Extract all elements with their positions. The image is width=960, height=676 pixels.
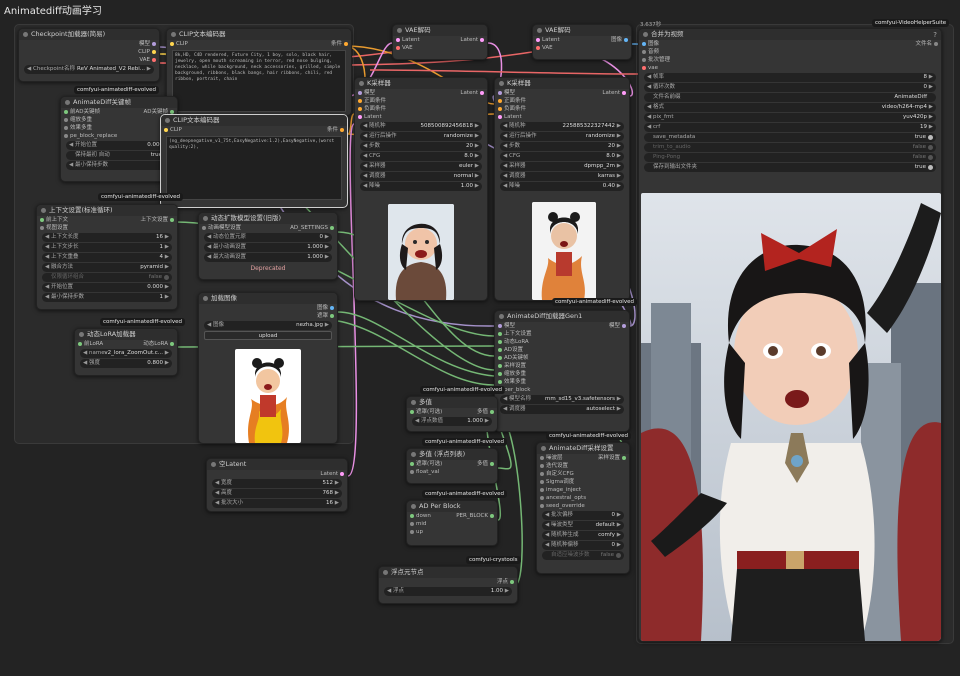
context-stride[interactable]: ◀ 上下文步长 1 ▶ [42, 243, 172, 252]
fuse-method[interactable]: ◀ 融合方法 pyramid ▶ [42, 263, 172, 272]
negative-prompt-textarea[interactable]: (ng_deepnegative_v1_75t,EasyNegative:1.2… [166, 136, 342, 200]
vae-decode-node-2[interactable]: VAE解码 Latent 图像 VAE [532, 24, 632, 60]
input-clip: CLIP [176, 41, 188, 47]
guarantee-toggle[interactable]: 保持最初 自动 true [66, 151, 172, 160]
node-title[interactable]: AnimateDiff采样设置 [537, 443, 629, 454]
load-image-node[interactable]: 加载图像 图像 遮罩 ◀ 图像 nezha.jpg ▶ upload [198, 292, 338, 444]
video-combine-node[interactable]: 合并为视频 ? 图像 文件名 音频 批次管理 vae ◀ 帧率 8 ▶ ◀ 循环次数 0 ▶ … [638, 28, 942, 642]
multival-node[interactable]: 多值 遮罩(可选) 多值 ◀ 浮点数值 1.000 ▶ [406, 396, 498, 432]
ksampler2-preview-image [532, 202, 596, 300]
closed-loop-toggle[interactable]: 仅限循环组合 false [42, 273, 172, 282]
upload-button[interactable]: upload [204, 331, 332, 340]
start-percent-widget[interactable]: ◀开始位置0.000▶ [66, 141, 172, 150]
node-title[interactable]: 多值 (浮点列表) [407, 449, 497, 460]
badge-ade2: comfyui-animatediff-evolved [98, 193, 183, 201]
prompt-textarea[interactable]: 8k,HD, C4D rendered, Future City, 1 boy,… [172, 50, 346, 112]
node-title[interactable]: CLIP文本编码器 [167, 29, 351, 40]
checkpoint-select[interactable]: ◀ Checkpoint名称 ReV Animated_V2 Rebi... ▶ [24, 65, 154, 74]
sample-settings-node[interactable]: AnimateDiff采样设置 噪波层 采样设置 迭代设置 自定义CFG Sigm… [536, 442, 630, 574]
node-title[interactable]: 动态LoRA加载器 [75, 329, 177, 340]
workflow-title: Animatediff动画学习 [4, 6, 102, 17]
animatediff-loader-gen1-node[interactable]: AnimateDiff加载器Gen1 模型 模型 上下文设置 动态LoRA AD设… [494, 310, 630, 432]
node-title[interactable]: 合并为视频 [639, 29, 941, 40]
badge-ade8: comfyui-animatediff-evolved [546, 432, 631, 440]
guarantee-steps[interactable]: ◀ 最小保持步数 1 ▶ [42, 293, 172, 302]
node-title[interactable]: 多值 [407, 397, 497, 408]
motion-model-select[interactable]: ◀ 模型名称 mm_sd15_v3.safetensors ▶ [500, 395, 624, 404]
context-options-node[interactable]: 上下文设置(标准循环) 前上下文 上下文设置 视图设置 ◀ 上下文长度 16 ▶ ◀ 上下… [36, 204, 178, 310]
output-video-preview [641, 193, 941, 641]
checkpoint-loader-node[interactable]: Checkpoint加载器(简易) 模型 CLIP VAE ◀ Checkpoin… [18, 28, 160, 82]
node-title[interactable]: AnimateDiff关键帧 [61, 97, 177, 108]
badge-ade4: comfyui-animatediff-evolved [552, 298, 637, 306]
clip-socket[interactable] [152, 50, 156, 54]
vae-socket[interactable] [152, 58, 156, 62]
badge-crystools: comfyui-crystools [466, 556, 521, 564]
min-steps-widget[interactable]: ◀最小保持步数1▶ [66, 161, 172, 170]
vae-decode-node-1[interactable]: VAE解码 Latent Latent VAE [392, 24, 488, 60]
output-model: 模型 [138, 41, 150, 47]
badge-ade7: comfyui-animatediff-evolved [422, 490, 507, 498]
badge-ade1: comfyui-animatediff-evolved [74, 86, 159, 94]
ad-per-block-node[interactable]: AD Per Block down PER_BLOCK mid up [406, 500, 498, 546]
badge-vhs: comfyui-VideoHelperSuite [872, 19, 950, 27]
node-title[interactable]: K采样器 [495, 78, 629, 89]
clip-socket[interactable] [170, 42, 174, 46]
node-title[interactable]: VAE解码 [533, 25, 631, 36]
node-title[interactable]: AnimateDiff加载器Gen1 [495, 311, 629, 322]
model-socket[interactable] [152, 42, 156, 46]
seed-widget[interactable]: ◀ 随机种 225885322327442 ▶ [500, 122, 624, 131]
node-title[interactable]: 空Latent [207, 459, 347, 470]
cond-socket[interactable] [344, 42, 348, 46]
ad-model-settings-node[interactable]: 动态扩散模型设置(旧版) 动画模型设置 AD_SETTINGS ◀ 动态位置元原 0 ▶… [198, 212, 338, 280]
node-title[interactable]: VAE解码 [393, 25, 487, 36]
timer-label: 3.637秒 [640, 22, 662, 28]
ksampler1-preview-image [388, 204, 454, 300]
seed-widget[interactable]: ◀ 随机种 508500892456818 ▶ [360, 122, 482, 131]
help-icon[interactable]: ? [933, 31, 937, 39]
motion-lora-node[interactable]: 动态LoRA加载器 前LoRA 动态LoRA ◀ name v2_lora_ZoomO… [74, 328, 178, 376]
node-title[interactable]: 浮点元节点 [379, 567, 517, 578]
node-title[interactable]: K采样器 [355, 78, 487, 89]
node-title[interactable]: 上下文设置(标准循环) [37, 205, 177, 216]
lora-strength[interactable]: ◀ 强度 0.800 ▶ [80, 359, 172, 368]
node-title[interactable]: Checkpoint加载器(简易) [19, 29, 159, 40]
node-title[interactable]: AD Per Block [407, 501, 497, 512]
badge-ade6: comfyui-animatediff-evolved [422, 438, 507, 446]
ksampler-node-2[interactable]: K采样器 模型 Latent 正面条件 负面条件 Latent ◀ 随机种 22588… [494, 77, 630, 301]
clip-encoder-negative-node[interactable]: CLIP文本编码器 CLIP 条件 (ng_deepnegative_v1_75t… [160, 114, 348, 208]
image-select[interactable]: ◀ 图像 nezha.jpg ▶ [204, 321, 332, 330]
node-title[interactable]: 加载图像 [199, 293, 337, 304]
empty-latent-node[interactable]: 空Latent Latent ◀ 宽度 512 ▶ ◀ 高度 768 ▶ ◀ 批次大小 16 ▶ [206, 458, 348, 512]
nezha-input-image [235, 349, 301, 443]
float-value-widget[interactable]: ◀ 浮点数值 1.000 ▶ [412, 417, 492, 426]
deprecated-label: Deprecated [250, 265, 286, 272]
lora-name-select[interactable]: ◀ name v2_lora_ZoomOut.c... ▶ [80, 349, 172, 358]
ksampler-node-1[interactable]: K采样器 模型 Latent 正面条件 负面条件 Latent ◀ 随机种 50850… [354, 77, 488, 301]
badge-ade5: comfyui-animatediff-evolved [420, 386, 505, 394]
node-title[interactable]: CLIP文本编码器 [161, 115, 347, 126]
node-title[interactable]: 动态扩散模型设置(旧版) [199, 213, 337, 224]
multival-float-list-node[interactable]: 多值 (浮点列表) 遮罩(可选) 多值 float_val [406, 448, 498, 484]
float-primitive-node[interactable]: 浮点元节点 浮点 ◀ 浮点 1.00 ▶ [378, 566, 518, 604]
badge-ade3: comfyui-animatediff-evolved [100, 318, 185, 326]
start-percent[interactable]: ◀ 开始位置 0.000 ▶ [42, 283, 172, 292]
beta-schedule-select[interactable]: ◀ 调度器 autoselect ▶ [500, 405, 624, 414]
output-cond: 条件 [330, 41, 342, 47]
output-clip: CLIP [138, 49, 150, 55]
context-overlap[interactable]: ◀ 上下文重叠 4 ▶ [42, 253, 172, 262]
clip-encoder-positive-node[interactable]: CLIP文本编码器 CLIP 条件 8k,HD, C4D rendered, Fu… [166, 28, 352, 116]
context-length[interactable]: ◀ 上下文长度 16 ▶ [42, 233, 172, 242]
output-vae: VAE [139, 57, 150, 63]
